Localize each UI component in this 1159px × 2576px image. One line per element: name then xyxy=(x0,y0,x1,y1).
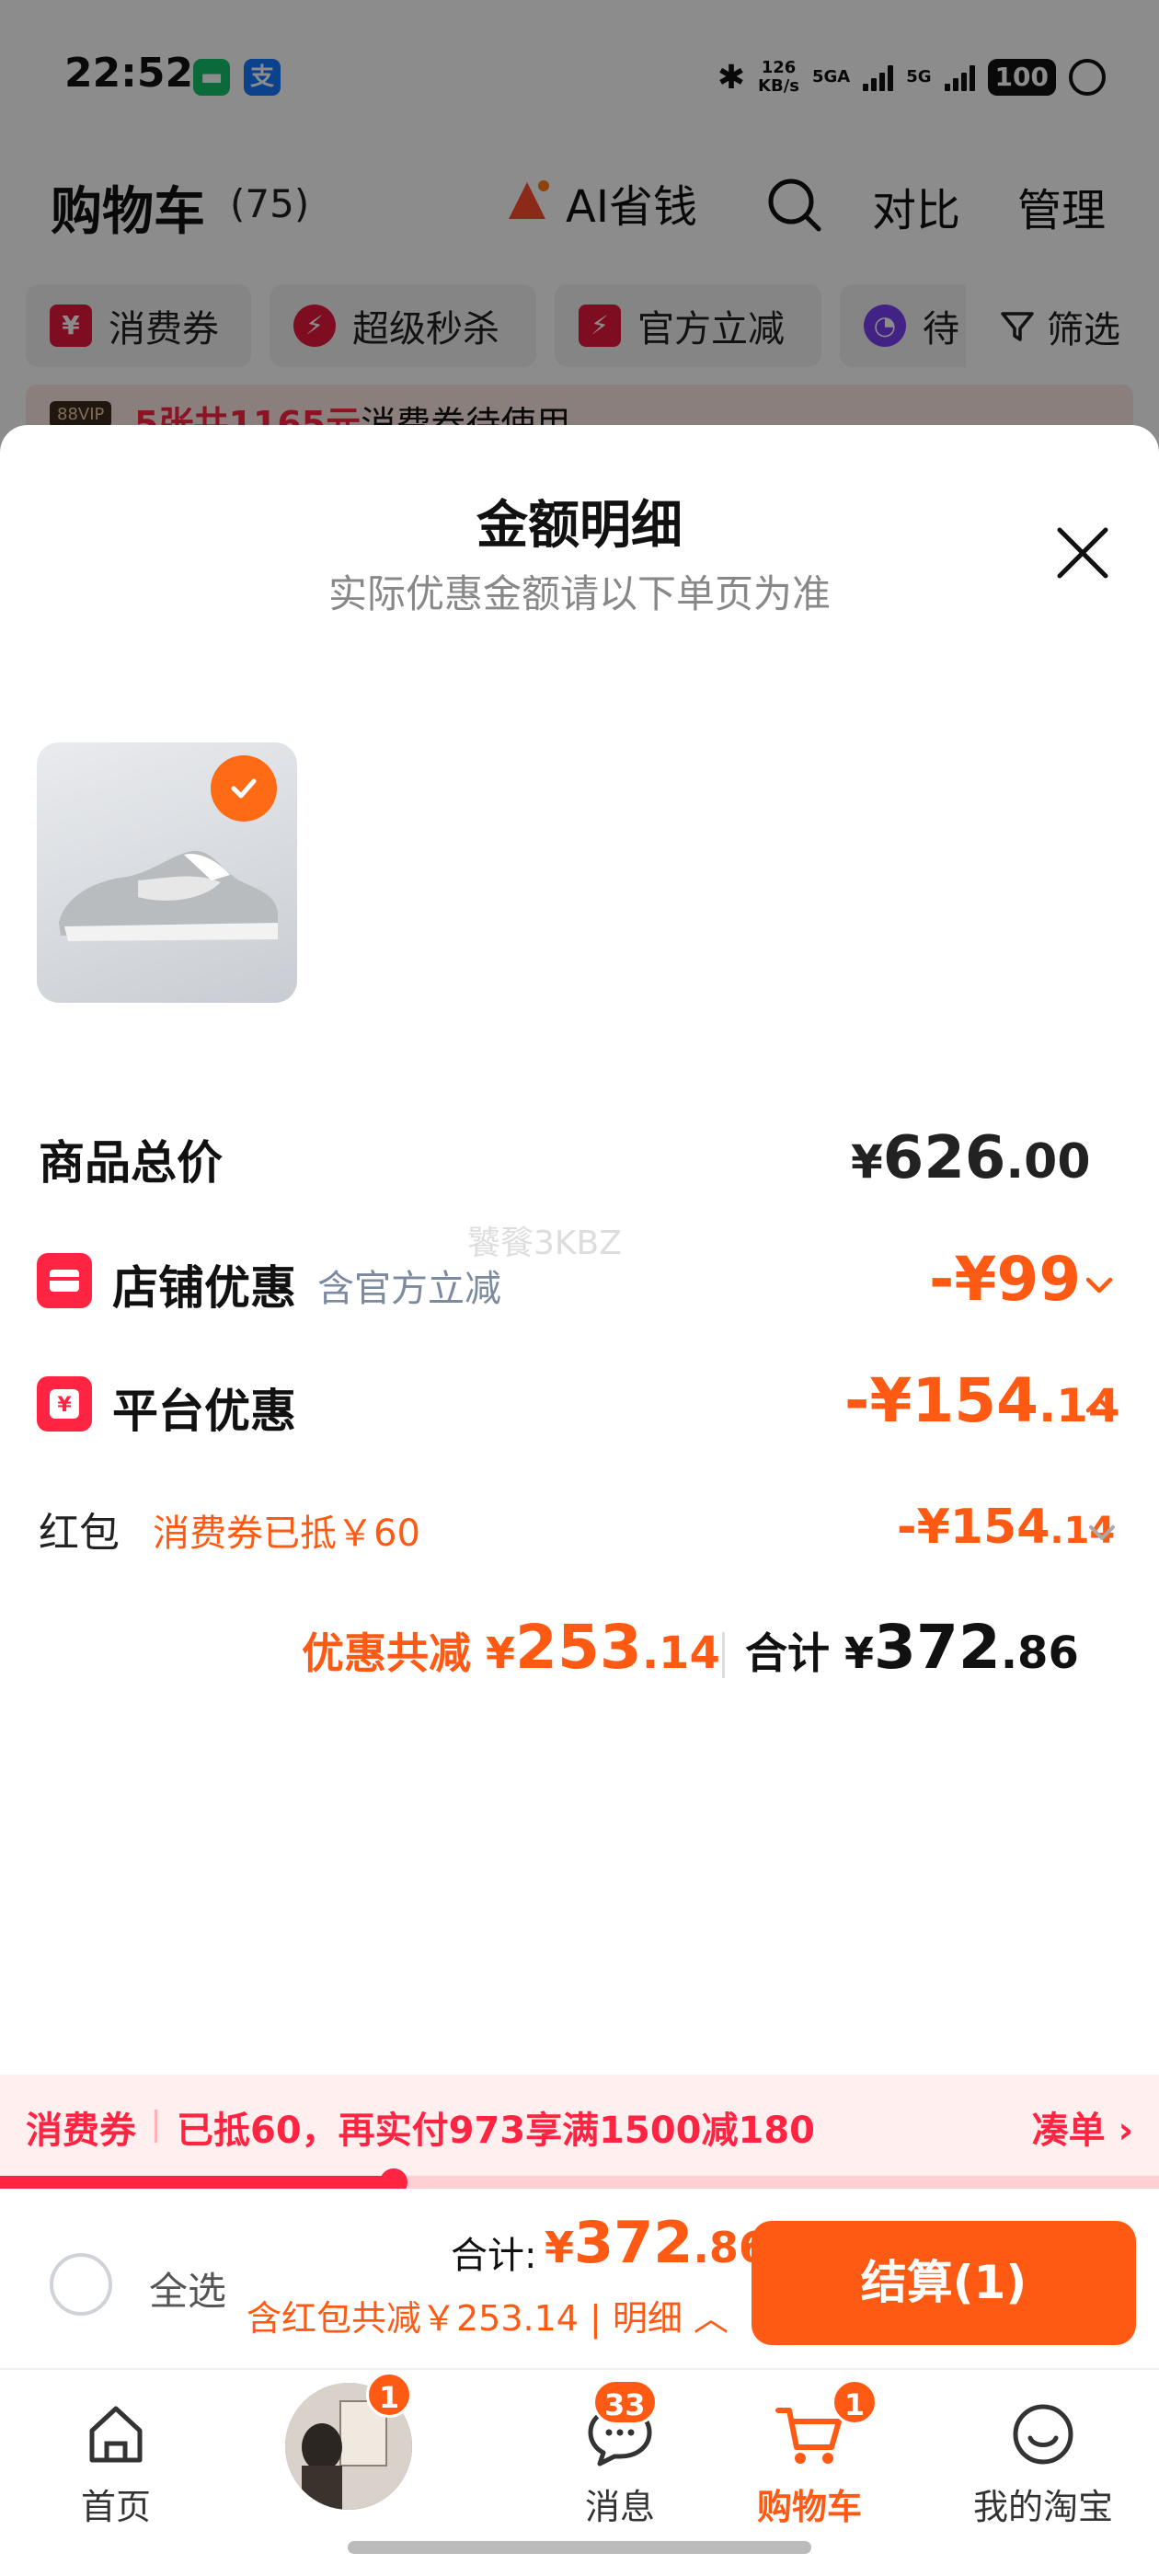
tab-label: 我的淘宝 xyxy=(972,2487,1113,2527)
unread-badge: 33 xyxy=(592,2379,658,2425)
chevron-down-icon[interactable] xyxy=(1081,1267,1118,1304)
shop-icon xyxy=(37,1253,92,1308)
divider xyxy=(155,2110,157,2143)
sheet-subtitle: 实际优惠金额请以下单页为准 xyxy=(327,571,831,616)
select-all-radio[interactable] xyxy=(50,2253,112,2316)
discount-detail-toggle[interactable]: 含红包共减￥253.14 | 明细 ︿ xyxy=(247,2290,729,2340)
divider xyxy=(722,1632,725,1678)
cart-badge: 1 xyxy=(832,2379,878,2425)
tab-cart[interactable]: 购物车 1 xyxy=(717,2379,901,2534)
chevron-up-icon: ︿ xyxy=(694,2298,729,2339)
progress-fill xyxy=(0,2176,395,2189)
redpacket-value: -¥154.14 xyxy=(897,1500,1116,1555)
redpacket-sub: 消费券已抵￥60 xyxy=(153,1512,420,1555)
watermark: 饕餮3KBZ xyxy=(467,1225,622,1262)
totals-line: 优惠共减 ¥253.14 合计 ¥372.86 xyxy=(0,1612,1159,1685)
goods-total-value: ¥626.00 xyxy=(851,1124,1091,1192)
chevron-down-icon[interactable] xyxy=(1084,1514,1120,1551)
home-indicator xyxy=(348,2541,811,2554)
coupon-progress-bar[interactable]: 消费券 已抵60，再实付973享满1500减180 凑单 › xyxy=(0,2075,1159,2176)
sum-label: 合计: xyxy=(451,2235,537,2277)
add-items-link[interactable]: 凑单 › xyxy=(1032,2100,1133,2154)
svg-text:¥: ¥ xyxy=(57,1394,72,1417)
tab-home[interactable]: 首页 xyxy=(24,2386,208,2534)
tab-label: 消息 xyxy=(584,2487,655,2527)
product-thumbnail[interactable] xyxy=(37,742,297,1003)
home-icon xyxy=(89,2406,143,2463)
sum-value: ¥372.86 xyxy=(545,2209,768,2276)
sheet-title: 金额明细 xyxy=(476,496,683,556)
sum-total: 合计 ¥372.86 xyxy=(745,1612,1079,1683)
close-icon[interactable] xyxy=(1050,521,1115,585)
progress-track xyxy=(0,2168,1159,2196)
chevron-up-icon[interactable] xyxy=(1081,1386,1118,1423)
shop-discount-label: 店铺优惠 xyxy=(112,1261,296,1315)
selected-check-icon[interactable] xyxy=(211,755,277,822)
promo-text: 已抵60，再实付973享满1500减180 xyxy=(177,2110,815,2152)
tab-messages[interactable]: 消息 33 xyxy=(528,2379,712,2534)
discount-total: 优惠共减 ¥253.14 xyxy=(302,1612,720,1683)
platform-coupon-icon: ¥ xyxy=(37,1376,92,1432)
redpacket-label: 红包 xyxy=(39,1510,120,1557)
platform-discount-label: 平台优惠 xyxy=(112,1385,296,1438)
shop-discount-sub: 含官方立减 xyxy=(317,1268,501,1310)
smile-icon xyxy=(1013,2404,1073,2465)
tab-label: 首页 xyxy=(80,2487,151,2527)
avatar-badge: 1 xyxy=(366,2372,412,2418)
tab-my-taobao[interactable]: 我的淘宝 xyxy=(951,2386,1135,2534)
checkout-bar: 全选 合计: ¥372.86 含红包共减￥253.14 | 明细 ︿ 结算(1) xyxy=(0,2189,1159,2368)
promo-tag: 消费券 xyxy=(26,2110,136,2152)
goods-total-label: 商品总价 xyxy=(39,1136,223,1190)
platform-discount-value: -¥154.14 xyxy=(844,1365,1120,1436)
checkout-button[interactable]: 结算(1) xyxy=(752,2221,1136,2345)
select-all-label[interactable]: 全选 xyxy=(149,2260,226,2317)
shop-discount-value: -¥99 xyxy=(929,1244,1082,1315)
tab-label: 购物车 xyxy=(756,2487,862,2527)
